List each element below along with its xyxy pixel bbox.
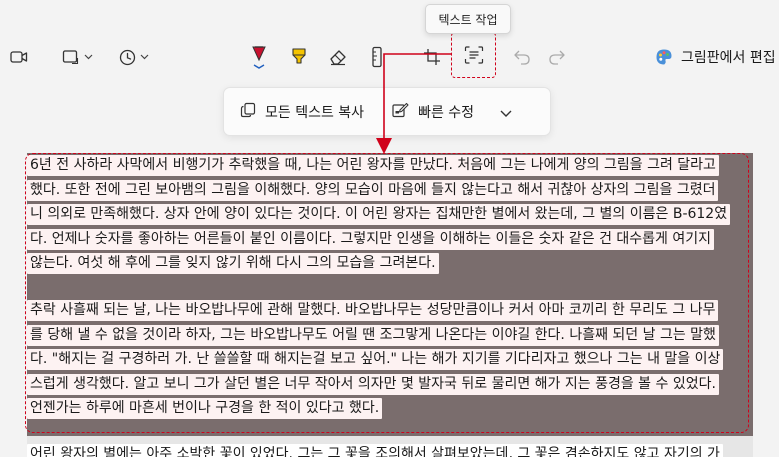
redo-icon bbox=[548, 49, 566, 65]
eraser-icon bbox=[328, 48, 348, 66]
video-camera-icon bbox=[10, 49, 28, 65]
text-selection-outline bbox=[25, 153, 749, 433]
eraser-button[interactable] bbox=[323, 40, 353, 74]
chevron-down-icon bbox=[500, 102, 512, 121]
edit-in-paint-button[interactable]: 그림판에서 편집 bbox=[655, 40, 776, 74]
text-actions-icon bbox=[464, 46, 484, 64]
text-actions-popup: 모든 텍스트 복사 빠른 수정 bbox=[223, 87, 551, 136]
clock-icon bbox=[119, 49, 136, 66]
paint-palette-icon bbox=[655, 48, 673, 66]
quick-redact-dropdown[interactable] bbox=[490, 94, 522, 130]
crop-button[interactable] bbox=[418, 40, 446, 74]
toolbar: 그림판에서 편집 텍스트 작업 bbox=[0, 0, 779, 84]
redo-button[interactable] bbox=[543, 40, 571, 74]
copy-all-text-button[interactable]: 모든 텍스트 복사 bbox=[230, 94, 374, 130]
copy-all-text-label: 모든 텍스트 복사 bbox=[265, 104, 365, 121]
text-paragraph-3: 어린 왕자의 별에는 아주 소박한 꽃이 있었다. 그는 그 꽃을 조의해서 살… bbox=[27, 442, 753, 457]
crop-icon bbox=[423, 48, 441, 66]
copy-icon bbox=[240, 102, 256, 122]
redact-edit-icon bbox=[392, 102, 409, 122]
yellow-highlighter-icon bbox=[290, 46, 308, 68]
chevron-down-icon bbox=[140, 54, 149, 60]
ruler-icon bbox=[371, 46, 383, 68]
quick-redact-label: 빠른 수정 bbox=[418, 104, 475, 121]
quick-redact-button[interactable]: 빠른 수정 bbox=[382, 94, 484, 130]
undo-icon bbox=[513, 49, 531, 65]
red-ballpoint-pen-icon bbox=[249, 44, 269, 70]
ruler-button[interactable] bbox=[364, 40, 390, 74]
rectangle-shape-icon bbox=[62, 49, 80, 65]
chevron-down-icon bbox=[84, 54, 93, 60]
timer-dropdown[interactable] bbox=[113, 40, 155, 74]
shape-mode-dropdown[interactable] bbox=[56, 40, 98, 74]
undo-button[interactable] bbox=[508, 40, 536, 74]
text-actions-button[interactable] bbox=[451, 32, 496, 78]
ballpoint-pen-button[interactable] bbox=[243, 40, 275, 74]
video-record-button[interactable] bbox=[2, 40, 36, 74]
text-actions-tooltip: 텍스트 작업 bbox=[425, 4, 511, 34]
highlighter-button[interactable] bbox=[285, 40, 313, 74]
text-line[interactable]: 어린 왕자의 별에는 아주 소박한 꽃이 있었다. 그는 그 꽃을 조의해서 살… bbox=[27, 442, 753, 457]
edit-in-paint-label: 그림판에서 편집 bbox=[681, 50, 776, 66]
